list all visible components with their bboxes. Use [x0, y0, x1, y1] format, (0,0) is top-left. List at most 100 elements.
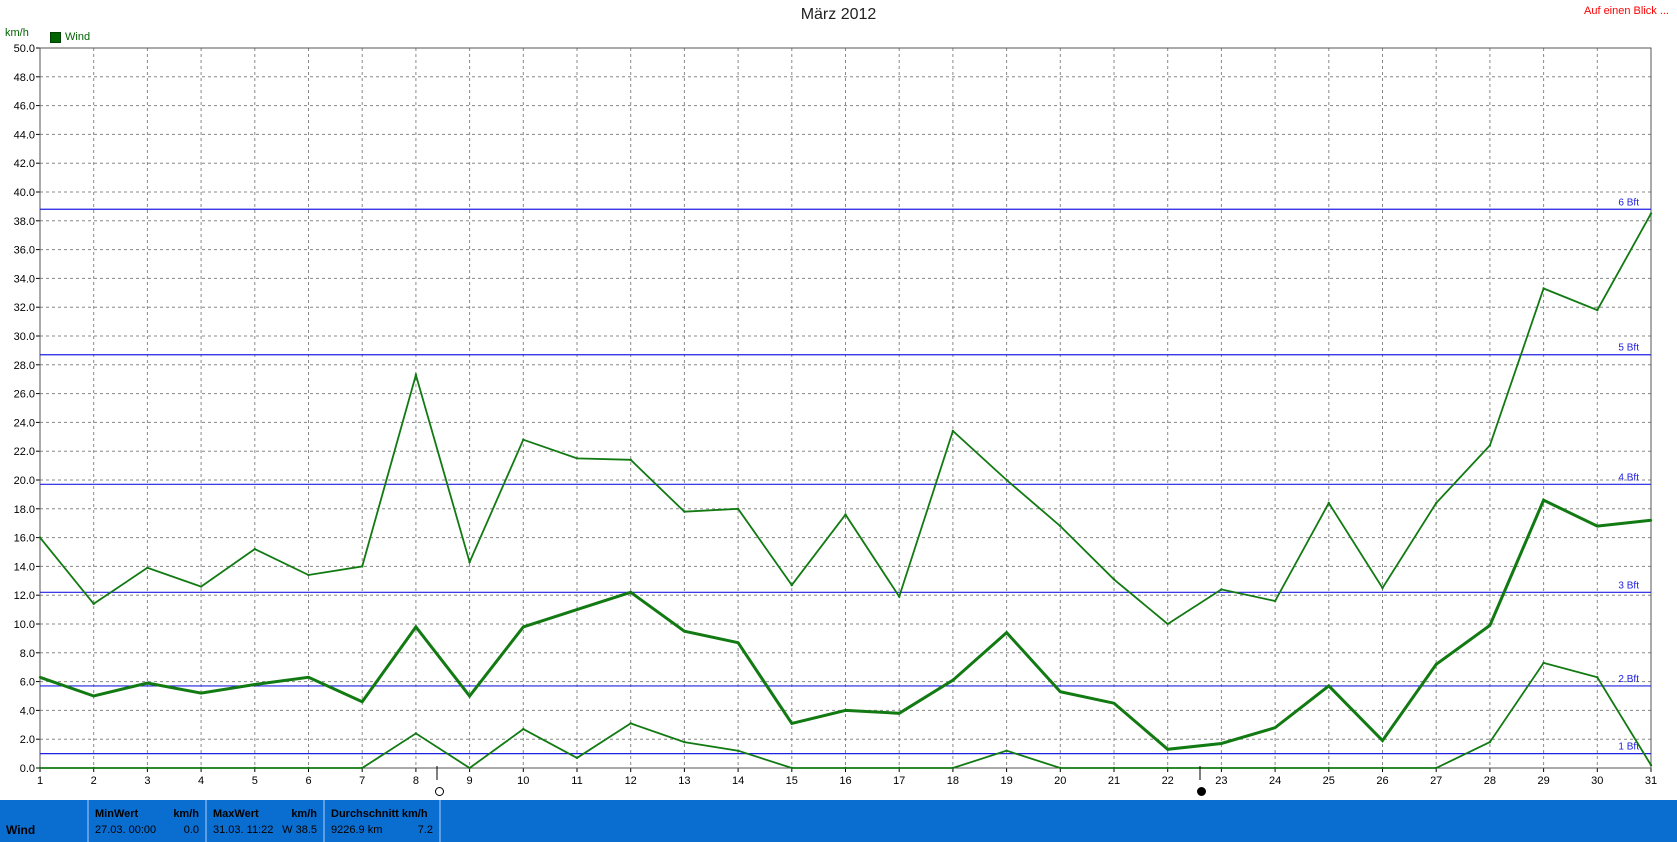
y-tick-label: 40.0 — [14, 187, 35, 199]
x-tick-label: 22 — [1162, 775, 1174, 787]
data-point-avg — [898, 712, 901, 715]
data-point-avg — [1488, 624, 1492, 627]
x-tick-label: 18 — [947, 775, 959, 787]
data-point-avg — [1059, 690, 1062, 693]
x-tick-label: 1 — [37, 775, 43, 787]
legend-label-wind: Wind — [65, 31, 91, 43]
data-point-avg — [38, 676, 42, 679]
stats-min-unit: km/h — [173, 808, 199, 820]
x-tick-label: 13 — [678, 775, 690, 787]
y-tick-label: 12.0 — [14, 590, 35, 602]
y-tick-label: 44.0 — [14, 129, 35, 141]
y-tick-label: 46.0 — [14, 101, 35, 113]
data-point-avg — [146, 681, 149, 685]
x-tick-label: 27 — [1430, 775, 1442, 787]
y-tick-label: 0.0 — [20, 763, 35, 775]
overview-link[interactable]: Auf einen Blick ... — [1584, 5, 1669, 17]
stats-max-date: 31.03. 11:22 — [213, 824, 274, 836]
stats-avg-value: 7.2 — [417, 824, 433, 836]
y-tick-label: 36.0 — [14, 245, 35, 257]
stats-max-header: MaxWert — [213, 808, 259, 820]
data-point-min — [414, 732, 418, 735]
x-tick-label: 16 — [839, 775, 851, 787]
data-point-min — [951, 766, 955, 770]
x-tick-label: 8 — [413, 775, 419, 787]
y-tick-label: 24.0 — [14, 417, 35, 429]
data-point-avg — [1649, 519, 1653, 522]
stats-min-header: MinWert — [95, 808, 139, 820]
data-point-max — [790, 583, 793, 587]
data-point-min — [307, 766, 310, 770]
data-point-max — [575, 457, 579, 460]
beaufort-label: 1 Bft — [1618, 742, 1639, 753]
stats-bar: Wind MinWert km/h 27.03. 00:00 0.0 MaxWe… — [0, 800, 1677, 842]
data-point-max — [92, 602, 95, 606]
scroll-start-marker[interactable] — [435, 787, 444, 796]
stats-avg-header: Durchschnitt km/h — [331, 808, 428, 820]
y-tick-label: 8.0 — [20, 648, 35, 660]
data-point-avg — [951, 678, 955, 682]
data-point-min — [92, 766, 95, 770]
data-point-min — [361, 766, 364, 770]
data-point-max — [1488, 444, 1492, 447]
data-point-min — [253, 766, 256, 770]
data-point-avg — [522, 625, 525, 629]
x-tick-label: 6 — [305, 775, 311, 787]
x-tick-label: 5 — [252, 775, 258, 787]
stats-row-label: Wind — [6, 823, 36, 837]
x-tick-label: 11 — [571, 775, 582, 787]
legend-swatch-wind — [50, 31, 61, 43]
y-tick-label: 2.0 — [20, 734, 35, 746]
data-point-max — [683, 510, 686, 513]
y-tick-label: 38.0 — [14, 216, 35, 228]
data-point-avg — [414, 625, 418, 629]
data-point-max — [1327, 501, 1331, 505]
legend[interactable]: Wind — [50, 31, 90, 43]
x-tick-label: 7 — [359, 775, 365, 787]
data-point-min — [146, 766, 149, 770]
y-tick-label: 18.0 — [14, 504, 35, 516]
x-tick-label: 20 — [1054, 775, 1066, 787]
beaufort-label: 4 Bft — [1618, 472, 1639, 483]
stats-avg-distance: 9226.9 km — [331, 824, 383, 836]
data-point-max — [1542, 287, 1545, 290]
y-tick-label: 34.0 — [14, 273, 35, 285]
y-tick-label: 10.0 — [14, 619, 35, 631]
data-point-max — [522, 438, 525, 441]
data-point-max — [414, 373, 418, 377]
beaufort-label: 3 Bft — [1618, 580, 1639, 591]
data-point-min — [522, 727, 525, 731]
x-tick-label: 31 — [1645, 775, 1657, 787]
stats-avg-cell: Durchschnitt km/h 9226.9 km 7.2 — [323, 800, 441, 842]
scroll-end-marker[interactable] — [1197, 787, 1206, 796]
data-point-min — [199, 766, 203, 770]
data-point-avg — [307, 676, 310, 679]
data-point-min — [736, 749, 740, 752]
x-tick-label: 4 — [198, 775, 204, 787]
stats-max-value: W 38.5 — [282, 824, 317, 836]
data-point-min — [1542, 661, 1545, 665]
data-point-avg — [1381, 739, 1384, 742]
data-point-max — [844, 513, 847, 516]
x-tick-label: 3 — [144, 775, 150, 787]
data-point-min — [1381, 766, 1384, 770]
wind-chart: 0.0 2.0 4.0 6.0 8.0 10.0 12.0 14.0 16.0 18.0 20.0 2… — [14, 43, 1658, 787]
data-point-min — [1327, 766, 1331, 770]
data-point-max — [146, 566, 149, 570]
x-tick-label: 15 — [786, 775, 798, 787]
data-point-avg — [844, 709, 847, 712]
data-point-max — [468, 560, 471, 564]
x-tick-label: 9 — [467, 775, 473, 787]
data-point-max — [629, 458, 632, 462]
x-tick-label: 30 — [1591, 775, 1603, 787]
x-tick-label: 10 — [517, 775, 529, 787]
y-tick-label: 48.0 — [14, 72, 35, 84]
data-point-max — [38, 536, 42, 539]
data-point-min — [898, 766, 901, 770]
y-tick-label: 20.0 — [14, 475, 35, 487]
data-point-min — [1273, 766, 1277, 770]
data-point-avg — [199, 691, 203, 695]
data-point-avg — [1005, 631, 1008, 634]
x-tick-label: 25 — [1323, 775, 1335, 787]
data-point-max — [898, 595, 901, 598]
